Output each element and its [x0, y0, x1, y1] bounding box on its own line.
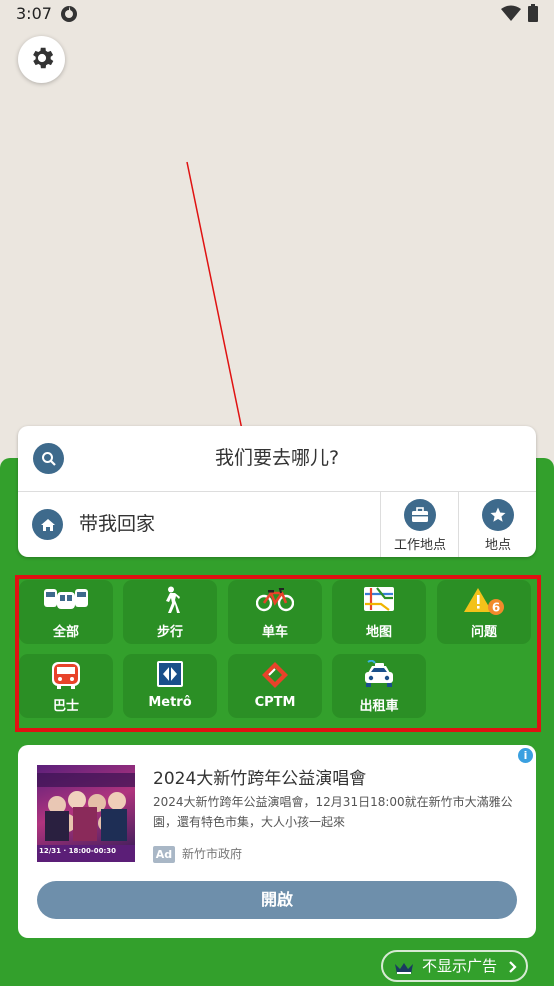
ad-card[interactable]: 12/31 · 18:00-00:30 2024大新竹跨年公益演唱會 2024大…: [18, 745, 536, 938]
mode-map[interactable]: 地图: [332, 580, 426, 644]
taxi-icon: [332, 660, 426, 690]
mode-walking-label: 步行: [156, 625, 183, 640]
ad-image-caption: 12/31 · 18:00-00:30: [39, 847, 117, 855]
ad-badge: Ad: [153, 846, 175, 863]
search-icon: [33, 443, 64, 474]
ad-info-icon[interactable]: i: [518, 748, 533, 763]
remove-ads-label: 不显示广告: [422, 957, 498, 975]
remove-ads-button[interactable]: 不显示广告: [381, 950, 528, 982]
all-transit-icon: [19, 586, 113, 612]
bicycle-icon: [228, 586, 322, 612]
ad-image[interactable]: 12/31 · 18:00-00:30: [37, 765, 135, 862]
work-location-label: 工作地点: [393, 538, 446, 553]
metro-icon: [123, 660, 217, 688]
mode-bus-label: 巴士: [52, 699, 79, 714]
mode-all[interactable]: 全部: [19, 580, 113, 644]
chevron-right-icon: [508, 959, 518, 978]
mode-bicycle[interactable]: 单车: [228, 580, 322, 644]
ad-advertiser: 新竹市政府: [182, 847, 243, 861]
mode-walking[interactable]: 步行: [123, 580, 217, 644]
mode-metro[interactable]: Metrô: [123, 654, 217, 718]
ad-open-button[interactable]: 開啟: [37, 881, 517, 919]
mode-issues-label: 问题: [470, 625, 497, 640]
briefcase-icon: [404, 499, 436, 531]
ad-title[interactable]: 2024大新竹跨年公益演唱會: [153, 764, 366, 789]
mode-taxi-label: 出租車: [359, 699, 399, 714]
places-label: 地点: [484, 538, 511, 553]
take-me-home-button[interactable]: 带我回家: [18, 492, 380, 557]
mode-cptm-label: CPTM: [254, 695, 296, 710]
mode-bus[interactable]: 巴士: [19, 654, 113, 718]
work-location-button[interactable]: 工作地点: [380, 492, 459, 557]
search-bar[interactable]: 我们要去哪儿?: [18, 426, 536, 492]
warning-icon: 6: [437, 586, 531, 620]
mode-all-label: 全部: [52, 625, 79, 640]
search-prompt: 我们要去哪儿?: [214, 447, 340, 469]
mode-cptm[interactable]: CPTM: [228, 654, 322, 718]
issues-count-badge: 6: [492, 601, 500, 615]
crown-icon: [394, 960, 414, 979]
mode-taxi[interactable]: 出租車: [332, 654, 426, 718]
subway-map-icon: [332, 586, 426, 612]
mode-map-label: 地图: [365, 625, 392, 640]
home-label: 带我回家: [79, 513, 156, 535]
home-icon: [32, 509, 63, 540]
bus-icon: [19, 660, 113, 690]
mode-bicycle-label: 单车: [261, 625, 288, 640]
mode-issues[interactable]: 6 问题: [437, 580, 531, 644]
cptm-icon: [228, 660, 322, 690]
places-button[interactable]: 地点: [458, 492, 537, 557]
ad-description: 2024大新竹跨年公益演唱會，12月31日18:00就在新竹市大滿雅公園，還有特…: [153, 795, 513, 829]
search-card: 我们要去哪儿? 带我回家 工作地点 地点: [18, 426, 536, 557]
walking-icon: [123, 586, 217, 614]
star-icon: [482, 499, 514, 531]
mode-metro-label: Metrô: [148, 695, 192, 710]
